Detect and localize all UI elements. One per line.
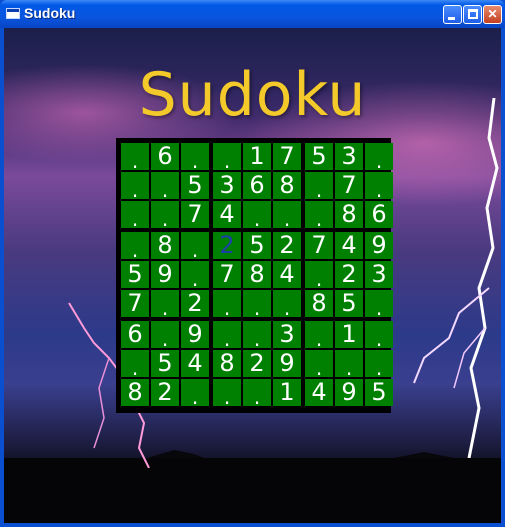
cell-r3-c1[interactable]: . [121, 201, 149, 231]
cell-r2-c5[interactable]: 6 [243, 172, 271, 199]
cell-r8-c5[interactable]: 2 [243, 350, 271, 377]
cell-r5-c7[interactable]: . [305, 261, 333, 291]
cell-r4-c2[interactable]: 8 [151, 232, 179, 259]
cell-r7-c5[interactable]: . [243, 321, 271, 351]
cell-r9-c9[interactable]: 5 [365, 379, 393, 406]
cell-r2-c1[interactable]: . [121, 172, 149, 202]
cell-r8-c2[interactable]: 5 [151, 350, 179, 377]
cell-r2-c8[interactable]: 7 [335, 172, 363, 199]
cell-r1-c8[interactable]: 3 [335, 143, 363, 170]
sudoku-window: Sudoku ✕ Sudoku .6..1753...5368.7...74..… [0, 0, 505, 527]
cell-r8-c7[interactable]: . [305, 350, 333, 380]
cell-r7-c9[interactable]: . [365, 321, 393, 351]
cell-r6-c4[interactable]: . [213, 290, 241, 320]
cell-r7-c7[interactable]: . [305, 321, 333, 351]
maximize-button[interactable] [463, 5, 482, 24]
cell-r8-c4[interactable]: 8 [213, 350, 241, 377]
cell-r4-c5[interactable]: 5 [243, 232, 271, 259]
cell-r2-c4[interactable]: 3 [213, 172, 241, 199]
cell-r9-c5[interactable]: . [243, 379, 271, 409]
window-title: Sudoku [24, 5, 76, 21]
cell-r5-c5[interactable]: 8 [243, 261, 271, 288]
cell-r9-c2[interactable]: 2 [151, 379, 179, 406]
close-icon: ✕ [487, 7, 498, 21]
cell-r6-c2[interactable]: . [151, 290, 179, 320]
cell-r2-c2[interactable]: . [151, 172, 179, 202]
cell-r1-c7[interactable]: 5 [305, 143, 333, 170]
cell-r6-c8[interactable]: 5 [335, 290, 363, 317]
cell-r5-c1[interactable]: 5 [121, 261, 149, 288]
cell-r4-c7[interactable]: 7 [305, 232, 333, 259]
game-heading: Sudoku [138, 60, 367, 130]
cell-r8-c6[interactable]: 9 [273, 350, 301, 377]
game-area: Sudoku .6..1753...5368.7...74...86.8.252… [4, 28, 501, 523]
cell-r2-c3[interactable]: 5 [181, 172, 209, 199]
cell-r5-c6[interactable]: 4 [273, 261, 301, 288]
cell-r3-c3[interactable]: 7 [181, 201, 209, 228]
cell-r2-c7[interactable]: . [305, 172, 333, 202]
cell-r7-c3[interactable]: 9 [181, 321, 209, 348]
cell-r7-c2[interactable]: . [151, 321, 179, 351]
cell-r4-c8[interactable]: 4 [335, 232, 363, 259]
sudoku-board: .6..1753...5368.7...74...86.8.25274959.7… [116, 138, 393, 413]
cell-r3-c2[interactable]: . [151, 201, 179, 231]
cell-r1-c5[interactable]: 1 [243, 143, 271, 170]
cell-r1-c6[interactable]: 7 [273, 143, 301, 170]
cell-r5-c8[interactable]: 2 [335, 261, 363, 288]
cell-r5-c3[interactable]: . [181, 261, 209, 291]
cell-r8-c3[interactable]: 4 [181, 350, 209, 377]
cell-r4-c4[interactable]: 2 [213, 232, 241, 259]
window-icon [6, 8, 20, 19]
cell-r7-c6[interactable]: 3 [273, 321, 301, 348]
cell-r8-c1[interactable]: . [121, 350, 149, 380]
cell-r5-c9[interactable]: 3 [365, 261, 393, 288]
cell-r9-c7[interactable]: 4 [305, 379, 333, 406]
close-button[interactable]: ✕ [483, 5, 502, 24]
cell-r9-c4[interactable]: . [213, 379, 241, 409]
cell-r9-c8[interactable]: 9 [335, 379, 363, 406]
maximize-icon [468, 9, 478, 19]
cell-r3-c9[interactable]: 6 [365, 201, 393, 228]
cell-r5-c2[interactable]: 9 [151, 261, 179, 288]
cell-r8-c8[interactable]: . [335, 350, 363, 380]
cell-r3-c4[interactable]: 4 [213, 201, 241, 228]
cell-r4-c1[interactable]: . [121, 232, 149, 262]
cell-r9-c6[interactable]: 1 [273, 379, 301, 406]
cell-r5-c4[interactable]: 7 [213, 261, 241, 288]
cell-r6-c5[interactable]: . [243, 290, 271, 320]
cell-r1-c2[interactable]: 6 [151, 143, 179, 170]
minimize-icon [448, 17, 455, 20]
minimize-button[interactable] [443, 5, 462, 24]
cell-r6-c9[interactable]: . [365, 290, 393, 320]
cell-r4-c9[interactable]: 9 [365, 232, 393, 259]
cell-r3-c8[interactable]: 8 [335, 201, 363, 228]
cell-r4-c6[interactable]: 2 [273, 232, 301, 259]
cell-r6-c1[interactable]: 7 [121, 290, 149, 317]
cell-r6-c3[interactable]: 2 [181, 290, 209, 317]
cell-r1-c1[interactable]: . [121, 143, 149, 173]
cell-r7-c4[interactable]: . [213, 321, 241, 351]
cell-r6-c7[interactable]: 8 [305, 290, 333, 317]
title-bar[interactable]: Sudoku ✕ [0, 0, 505, 28]
cell-r3-c6[interactable]: . [273, 201, 301, 231]
cell-r1-c4[interactable]: . [213, 143, 241, 173]
cell-r9-c3[interactable]: . [181, 379, 209, 409]
cell-r6-c6[interactable]: . [273, 290, 301, 320]
cell-r2-c6[interactable]: 8 [273, 172, 301, 199]
cell-r7-c8[interactable]: 1 [335, 321, 363, 348]
cell-r1-c3[interactable]: . [181, 143, 209, 173]
cell-r8-c9[interactable]: . [365, 350, 393, 380]
cell-r7-c1[interactable]: 6 [121, 321, 149, 348]
lightning-bolt-right [413, 98, 499, 458]
cell-r3-c7[interactable]: . [305, 201, 333, 231]
cell-r4-c3[interactable]: . [181, 232, 209, 262]
cell-r9-c1[interactable]: 8 [121, 379, 149, 406]
cell-r1-c9[interactable]: . [365, 143, 393, 173]
cell-r3-c5[interactable]: . [243, 201, 271, 231]
cell-r2-c9[interactable]: . [365, 172, 393, 202]
